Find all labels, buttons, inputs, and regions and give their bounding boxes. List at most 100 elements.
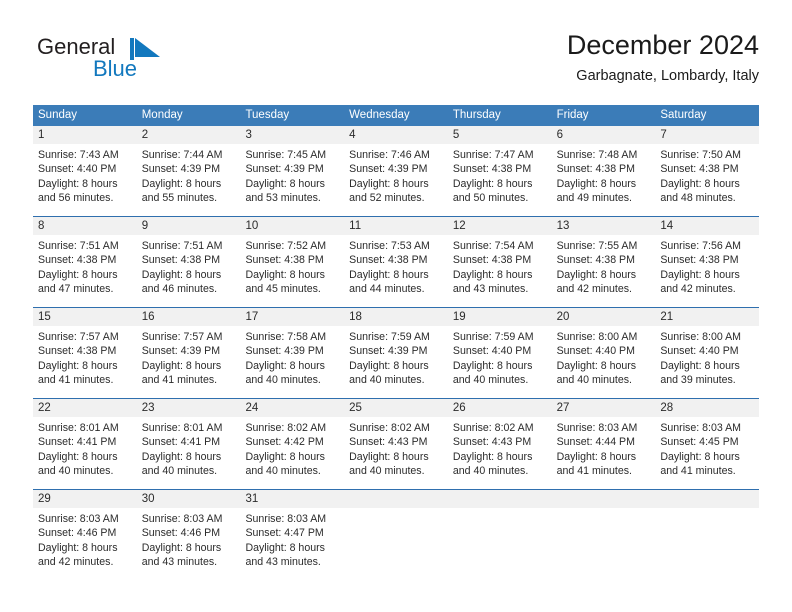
sunset-time: Sunset: 4:38 PM: [245, 254, 324, 267]
daylight-duration-line-1: Daylight: 8 hours: [141, 268, 222, 281]
calendar-day-cell[interactable]: 7 Sunrise: 7:50 AM Sunset: 4:38 PM Daylight…: [655, 126, 760, 216]
general-blue-logo[interactable]: General Blue: [33, 34, 233, 92]
calendar-day-cell[interactable]: 11 Sunrise: 7:53 AM Sunset: 4:38 PM Dayligh…: [344, 217, 448, 307]
day-number: 13: [551, 217, 656, 235]
day-number: 30: [136, 490, 241, 508]
sunset-time: Sunset: 4:40 PM: [660, 345, 739, 358]
day-details: Sunrise: 8:00 AM Sunset: 4:40 PM Daylight:…: [552, 326, 656, 388]
day-number: 14: [655, 217, 760, 235]
day-details: Sunrise: 8:03 AM Sunset: 4:46 PM Daylight:…: [137, 508, 241, 570]
calendar-day-cell[interactable]: 16 Sunrise: 7:57 AM Sunset: 4:39 PM Dayligh…: [136, 308, 241, 398]
weekday-header-thursday: Thursday: [452, 109, 501, 121]
weekday-header-tuesday: Tuesday: [245, 109, 290, 121]
day-details: Sunrise: 8:03 AM Sunset: 4:45 PM Daylight:…: [655, 417, 759, 479]
daylight-duration-line-2: and 47 minutes.: [38, 283, 114, 296]
calendar-day-cell[interactable]: 20 Sunrise: 8:00 AM Sunset: 4:40 PM Dayligh…: [551, 308, 656, 398]
day-details: Sunrise: 7:57 AM Sunset: 4:39 PM Daylight:…: [137, 326, 241, 388]
sunset-time: Sunset: 4:42 PM: [245, 436, 324, 449]
day-details: Sunrise: 7:55 AM Sunset: 4:38 PM Daylight:…: [552, 235, 656, 297]
calendar-day-cell[interactable]: 31 Sunrise: 8:03 AM Sunset: 4:47 PM Dayligh…: [240, 490, 345, 580]
calendar-day-cell[interactable]: 13 Sunrise: 7:55 AM Sunset: 4:38 PM Dayligh…: [551, 217, 656, 307]
sunrise-time: Sunrise: 7:48 AM: [556, 149, 638, 161]
calendar-day-cell[interactable]: 8 Sunrise: 7:51 AM Sunset: 4:38 PM Daylight…: [33, 217, 137, 307]
sunset-time: Sunset: 4:38 PM: [660, 163, 739, 176]
calendar-day-cell[interactable]: 25 Sunrise: 8:02 AM Sunset: 4:43 PM Dayligh…: [344, 399, 448, 489]
calendar-day-cell[interactable]: 18 Sunrise: 7:59 AM Sunset: 4:39 PM Dayligh…: [344, 308, 448, 398]
daylight-duration-line-2: and 46 minutes.: [141, 283, 218, 296]
day-details: Sunrise: 7:50 AM Sunset: 4:38 PM Daylight:…: [655, 144, 759, 206]
sunset-time: Sunset: 4:39 PM: [349, 345, 428, 358]
sunset-time: Sunset: 4:39 PM: [245, 345, 324, 358]
daylight-duration-line-2: and 41 minutes.: [38, 374, 114, 387]
sunrise-time: Sunrise: 7:51 AM: [38, 240, 119, 252]
daylight-duration-line-1: Daylight: 8 hours: [245, 359, 325, 372]
day-details: Sunrise: 7:57 AM Sunset: 4:38 PM Daylight:…: [33, 326, 137, 388]
calendar-day-cell[interactable]: 24 Sunrise: 8:02 AM Sunset: 4:42 PM Dayligh…: [240, 399, 345, 489]
daylight-duration-line-1: Daylight: 8 hours: [452, 268, 533, 281]
calendar-day-cell[interactable]: 21 Sunrise: 8:00 AM Sunset: 4:40 PM Dayligh…: [655, 308, 760, 398]
calendar-day-cell-empty: [551, 490, 656, 580]
day-details: Sunrise: 7:59 AM Sunset: 4:39 PM Daylight:…: [344, 326, 448, 388]
sunrise-time: Sunrise: 8:03 AM: [660, 422, 741, 434]
daylight-duration-line-2: and 40 minutes.: [452, 374, 529, 387]
daylight-duration-line-2: and 44 minutes.: [349, 283, 425, 296]
sunrise-time: Sunrise: 8:03 AM: [141, 513, 223, 525]
sunrise-time: Sunrise: 7:52 AM: [245, 240, 327, 252]
calendar-day-cell[interactable]: 6 Sunrise: 7:48 AM Sunset: 4:38 PM Daylight…: [551, 126, 656, 216]
sunset-time: Sunset: 4:38 PM: [141, 254, 221, 267]
calendar-day-cell[interactable]: 22 Sunrise: 8:01 AM Sunset: 4:41 PM Dayligh…: [33, 399, 137, 489]
sunrise-time: Sunrise: 7:54 AM: [452, 240, 534, 252]
day-details: Sunrise: 7:58 AM Sunset: 4:39 PM Daylight:…: [240, 326, 344, 388]
day-details: Sunrise: 8:02 AM Sunset: 4:43 PM Daylight:…: [344, 417, 448, 479]
daylight-duration-line-2: and 40 minutes.: [245, 465, 321, 478]
day-details: Sunrise: 8:02 AM Sunset: 4:42 PM Daylight:…: [240, 417, 344, 479]
sunrise-time: Sunrise: 8:03 AM: [38, 513, 119, 525]
day-details: Sunrise: 7:43 AM Sunset: 4:40 PM Daylight:…: [33, 144, 137, 206]
daylight-duration-line-1: Daylight: 8 hours: [556, 359, 637, 372]
calendar-day-cell[interactable]: 17 Sunrise: 7:58 AM Sunset: 4:39 PM Dayligh…: [240, 308, 345, 398]
day-number: 27: [551, 399, 656, 417]
calendar-day-cell[interactable]: 19 Sunrise: 7:59 AM Sunset: 4:40 PM Dayligh…: [447, 308, 552, 398]
calendar-day-cell[interactable]: 12 Sunrise: 7:54 AM Sunset: 4:38 PM Dayligh…: [447, 217, 552, 307]
calendar-day-cell[interactable]: 15 Sunrise: 7:57 AM Sunset: 4:38 PM Dayligh…: [33, 308, 137, 398]
day-details: Sunrise: 7:47 AM Sunset: 4:38 PM Daylight:…: [448, 144, 552, 206]
day-details: Sunrise: 7:51 AM Sunset: 4:38 PM Daylight:…: [137, 235, 241, 297]
calendar-day-cell[interactable]: 3 Sunrise: 7:45 AM Sunset: 4:39 PM Daylight…: [240, 126, 345, 216]
daylight-duration-line-1: Daylight: 8 hours: [141, 359, 222, 372]
sunrise-time: Sunrise: 7:59 AM: [349, 331, 430, 343]
day-number: 28: [655, 399, 760, 417]
calendar-day-cell[interactable]: 23 Sunrise: 8:01 AM Sunset: 4:41 PM Dayligh…: [136, 399, 241, 489]
daylight-duration-line-2: and 41 minutes.: [141, 374, 218, 387]
calendar-day-cell[interactable]: 14 Sunrise: 7:56 AM Sunset: 4:38 PM Dayligh…: [655, 217, 760, 307]
daylight-duration-line-2: and 39 minutes.: [660, 374, 736, 387]
calendar-day-cell[interactable]: 30 Sunrise: 8:03 AM Sunset: 4:46 PM Dayligh…: [136, 490, 241, 580]
day-number: [655, 490, 760, 508]
calendar-grid: Sunday Monday Tuesday Wednesday Thursday…: [33, 105, 760, 580]
day-number: 16: [136, 308, 241, 326]
calendar-day-cell[interactable]: 26 Sunrise: 8:02 AM Sunset: 4:43 PM Dayligh…: [447, 399, 552, 489]
calendar-week-cells: 29 Sunrise: 8:03 AM Sunset: 4:46 PM Dayligh…: [33, 490, 760, 580]
calendar-day-cell[interactable]: 4 Sunrise: 7:46 AM Sunset: 4:39 PM Daylight…: [344, 126, 448, 216]
daylight-duration-line-1: Daylight: 8 hours: [38, 359, 118, 372]
daylight-duration-line-2: and 43 minutes.: [141, 556, 218, 569]
day-number: 4: [344, 126, 448, 144]
daylight-duration-line-2: and 41 minutes.: [660, 465, 736, 478]
sunset-time: Sunset: 4:46 PM: [141, 527, 221, 540]
calendar-day-cell[interactable]: 5 Sunrise: 7:47 AM Sunset: 4:38 PM Daylight…: [447, 126, 552, 216]
day-details: Sunrise: 7:51 AM Sunset: 4:38 PM Daylight:…: [33, 235, 137, 297]
day-number: 1: [33, 126, 137, 144]
calendar-day-cell[interactable]: 28 Sunrise: 8:03 AM Sunset: 4:45 PM Dayligh…: [655, 399, 760, 489]
calendar-day-cell[interactable]: 29 Sunrise: 8:03 AM Sunset: 4:46 PM Dayligh…: [33, 490, 137, 580]
calendar-day-cell[interactable]: 10 Sunrise: 7:52 AM Sunset: 4:38 PM Dayligh…: [240, 217, 345, 307]
calendar-week-cells: 15 Sunrise: 7:57 AM Sunset: 4:38 PM Dayligh…: [33, 308, 760, 398]
calendar-day-cell[interactable]: 1 Sunrise: 7:43 AM Sunset: 4:40 PM Daylight…: [33, 126, 137, 216]
day-details: Sunrise: 7:52 AM Sunset: 4:38 PM Daylight:…: [240, 235, 344, 297]
sunset-time: Sunset: 4:43 PM: [349, 436, 428, 449]
calendar-day-cell[interactable]: 2 Sunrise: 7:44 AM Sunset: 4:39 PM Daylight…: [136, 126, 241, 216]
calendar-week-cells: 1 Sunrise: 7:43 AM Sunset: 4:40 PM Daylight…: [33, 126, 760, 216]
daylight-duration-line-2: and 55 minutes.: [141, 192, 218, 205]
day-number: [344, 490, 448, 508]
weekday-header-friday: Friday: [556, 109, 589, 121]
calendar-day-cell[interactable]: 9 Sunrise: 7:51 AM Sunset: 4:38 PM Daylight…: [136, 217, 241, 307]
calendar-day-cell[interactable]: 27 Sunrise: 8:03 AM Sunset: 4:44 PM Dayligh…: [551, 399, 656, 489]
